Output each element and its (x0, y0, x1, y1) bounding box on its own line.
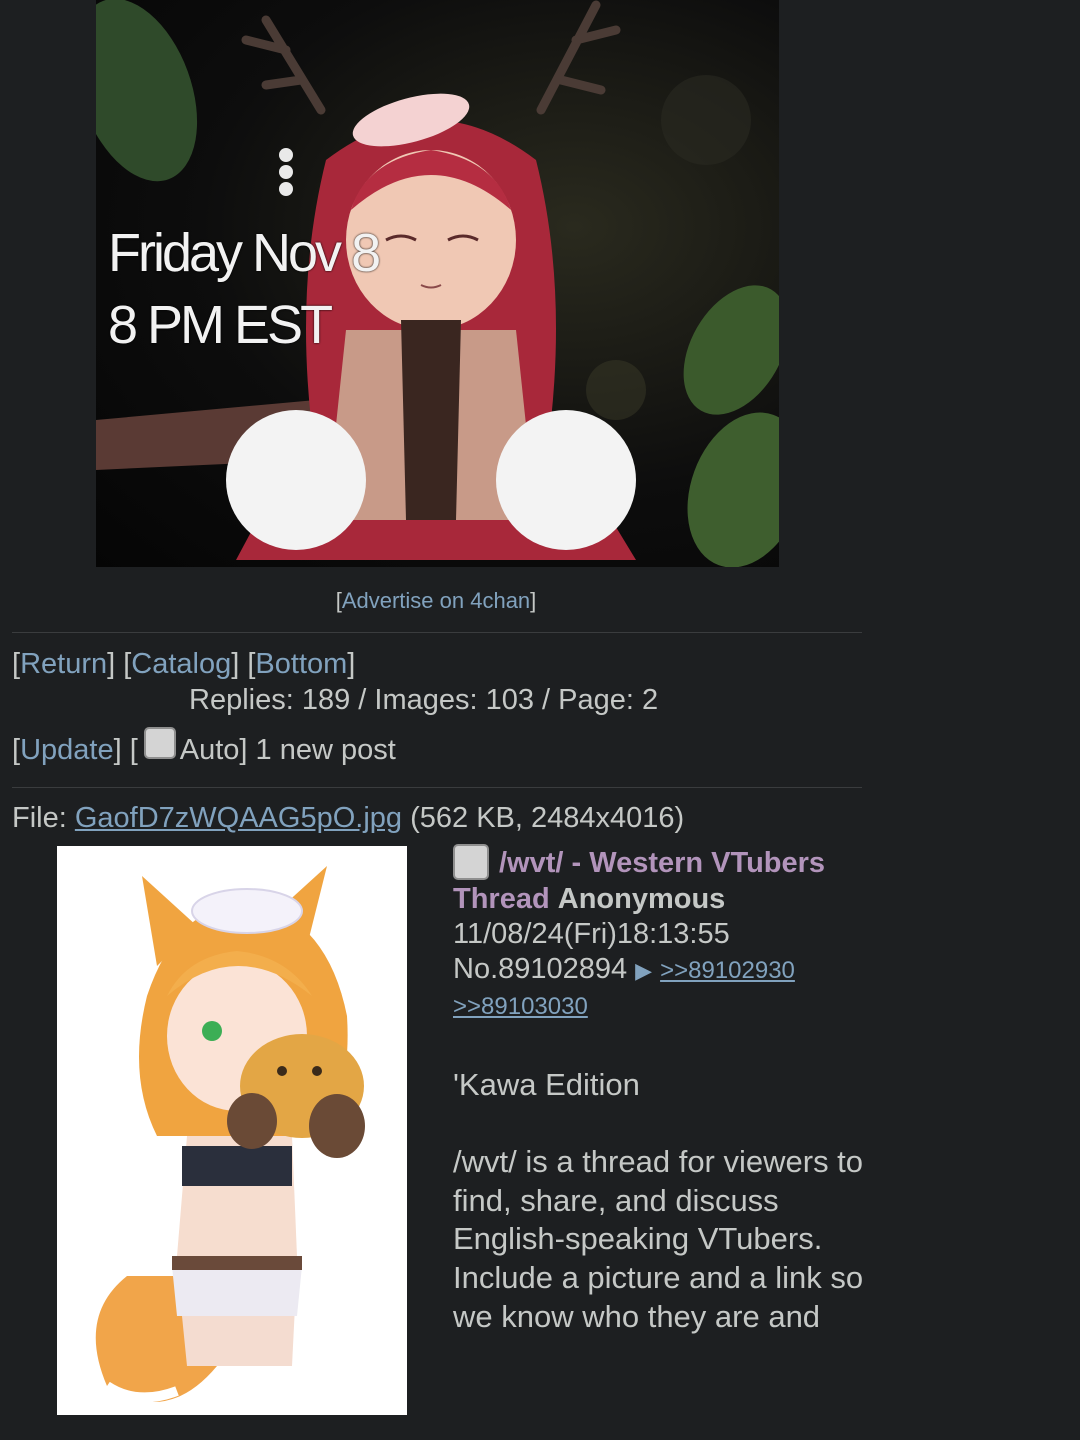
post-body: 'Kawa Edition /wvt/ is a thread for view… (453, 1066, 873, 1336)
post-menu-arrow-icon[interactable]: ▶ (635, 958, 652, 983)
banner-date-text: Friday Nov 8 (108, 223, 381, 283)
post-select-checkbox[interactable] (453, 844, 489, 881)
post-body-line: 'Kawa Edition (453, 1067, 640, 1102)
file-link[interactable]: GaofD7zWQAAG5pO.jpg (75, 802, 402, 834)
thread-nav: [Return] [Catalog] [Bottom] (12, 648, 356, 680)
new-posts-count: 1 new post (255, 734, 396, 766)
banner-image[interactable]: Friday Nov 8 8 PM EST (96, 0, 779, 567)
post-header: /wvt/ - Western VTubers Thread Anonymous… (453, 844, 863, 1024)
thread-stats: Replies: 189 / Images: 103 / Page: 2 (189, 684, 659, 716)
post-body-line: /wvt/ is a thread for viewers to find, s… (453, 1144, 864, 1257)
post-datetime: 11/08/24(Fri)18:13:55 (453, 918, 730, 951)
backlink[interactable]: >>89103030 (453, 993, 588, 1020)
poster-name: Anonymous (557, 883, 726, 916)
post-body-blank (453, 1105, 873, 1144)
backlink[interactable]: >>89102930 (660, 957, 795, 984)
thread-updater: [Update] [Auto] 1 new post (12, 726, 396, 767)
catalog-link[interactable]: Catalog (131, 648, 231, 680)
return-link[interactable]: Return (20, 648, 107, 680)
thread-page: Friday Nov 8 8 PM EST [Advertise on 4cha… (0, 0, 1080, 1440)
advertise-line: [Advertise on 4chan] (0, 588, 872, 614)
file-prefix: File: (12, 802, 75, 834)
file-info: File: GaofD7zWQAAG5pO.jpg (562 KB, 2484x… (12, 802, 684, 835)
auto-label: Auto] (179, 734, 248, 766)
file-meta: (562 KB, 2484x4016) (402, 802, 685, 834)
advertise-link[interactable]: Advertise on 4chan (342, 588, 530, 613)
post-number[interactable]: No.89102894 (453, 953, 627, 985)
thumbnail-illustration (95, 866, 365, 1403)
banner-illustration (96, 0, 779, 567)
post-body-line: Include a picture and a link so we know … (453, 1259, 864, 1334)
banner-time-text: 8 PM EST (108, 295, 333, 355)
post-thumbnail[interactable] (57, 846, 407, 1415)
bracket-close: ] (530, 588, 537, 613)
update-link[interactable]: Update (20, 734, 114, 767)
bottom-link[interactable]: Bottom (255, 648, 347, 680)
divider (12, 787, 862, 788)
divider (12, 632, 862, 633)
auto-update-checkbox[interactable] (143, 726, 176, 759)
